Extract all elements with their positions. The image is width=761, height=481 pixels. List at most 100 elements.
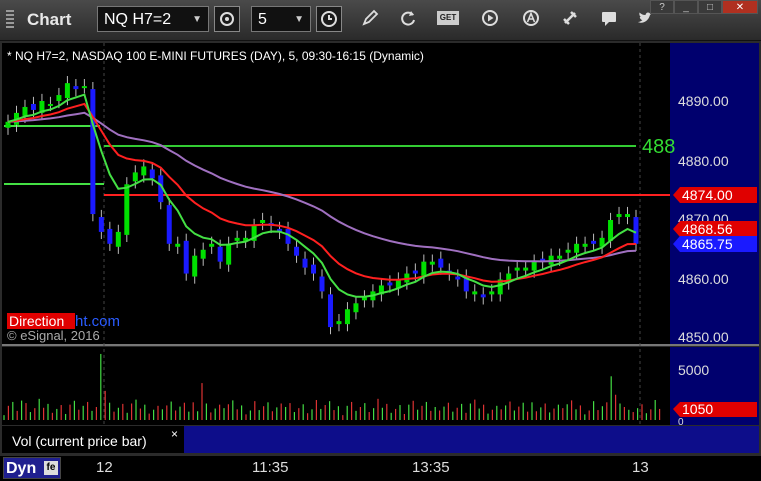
interval-combobox[interactable]: 5 ▼ [251, 6, 311, 32]
close-button[interactable]: ✕ [722, 0, 758, 14]
candle-body [421, 261, 427, 277]
candle-body [574, 243, 580, 253]
volume-badge-label: 1050 [682, 401, 713, 417]
candle-body [183, 240, 189, 274]
candle-body [192, 255, 198, 277]
symbol-settings-icon[interactable] [214, 6, 240, 32]
minimize-button[interactable]: _ [674, 0, 698, 14]
dynamic-button[interactable]: Dyn fe [3, 457, 61, 479]
volume-axis-strip [670, 426, 759, 453]
candle-body [226, 243, 232, 265]
candle-body [489, 291, 495, 295]
play-icon[interactable] [477, 6, 503, 32]
candle-body [107, 228, 113, 244]
candle-body [616, 214, 622, 218]
time-label: 11:35 [252, 459, 289, 476]
candle-body [47, 103, 53, 106]
candle-body [608, 220, 614, 241]
dynamic-label: Dyn [6, 460, 37, 477]
candle-body [353, 303, 359, 313]
candle-body [302, 258, 308, 268]
candle-body [81, 86, 87, 89]
green-level-label: 488 [642, 136, 675, 158]
symbol-combobox[interactable]: NQ H7=2 ▼ [97, 6, 209, 32]
chart-header: * NQ H7=2, NASDAQ 100 E-MINI FUTURES (DA… [7, 49, 424, 63]
chevron-down-icon[interactable]: ▼ [294, 7, 304, 33]
candle-body [98, 217, 104, 232]
candle-body [591, 240, 597, 244]
time-label: 13 [632, 459, 649, 476]
volume-study-label: Vol (current price bar) [12, 433, 147, 449]
chart-svg[interactable]: * NQ H7=2, NASDAQ 100 E-MINI FUTURES (DA… [0, 40, 761, 456]
candle-body [438, 258, 444, 268]
candle-body [30, 103, 36, 110]
candle-body [582, 243, 588, 247]
price-tick-label: 4880.00 [678, 153, 729, 169]
candle-body [514, 267, 520, 271]
watermark-brand: Direction [9, 313, 64, 329]
chevron-down-icon[interactable]: ▼ [192, 7, 202, 33]
candle-body [480, 294, 486, 298]
price-tick-label: 4890.00 [678, 93, 729, 109]
candle-body [141, 166, 147, 176]
candle-body [200, 249, 206, 259]
candle-body [234, 237, 240, 241]
candle-body [531, 261, 537, 271]
candle-body [124, 184, 130, 235]
tools-icon[interactable] [557, 6, 583, 32]
volume-label-strip [184, 426, 670, 453]
chart-panel[interactable]: * NQ H7=2, NASDAQ 100 E-MINI FUTURES (DA… [0, 40, 761, 456]
maximize-button[interactable]: □ [698, 0, 722, 14]
refresh-icon[interactable] [395, 6, 421, 32]
copyright-text: © eSignal, 2016 [7, 328, 100, 343]
candle-body [22, 106, 28, 116]
draw-pencil-icon[interactable] [357, 6, 383, 32]
candle-body [115, 231, 121, 247]
time-label: 13:35 [412, 459, 450, 476]
candle-body [565, 249, 571, 253]
chat-icon[interactable] [596, 6, 622, 32]
candle-body [412, 270, 418, 274]
badge-red-mid-label: 4868.56 [682, 221, 733, 237]
candle-body [73, 86, 79, 90]
dynamic-settings-icon[interactable]: fe [44, 461, 58, 475]
interval-clock-icon[interactable] [316, 6, 342, 32]
badge-red-top-label: 4874.00 [682, 187, 733, 203]
candle-body [633, 217, 639, 244]
candle-body [209, 243, 215, 247]
symbol-value: NQ H7=2 [104, 11, 172, 28]
price-tick-label: 4850.00 [678, 329, 729, 345]
candle-body [294, 246, 300, 256]
help-button[interactable]: ? [650, 0, 674, 14]
volume-close-icon[interactable]: × [171, 427, 178, 441]
candle-body [132, 172, 138, 182]
candle-body [260, 220, 266, 223]
candle-body [387, 282, 393, 286]
price-tick-label: 4860.00 [678, 271, 729, 287]
get-data-text: GET [437, 11, 459, 25]
candle-body [56, 95, 62, 101]
candle-body [455, 276, 461, 280]
candle-body [336, 321, 342, 325]
volume-pane[interactable] [2, 347, 670, 425]
candle-body [472, 291, 478, 295]
candle-body [429, 261, 435, 265]
text-icon[interactable] [518, 6, 544, 32]
drag-grip-icon[interactable] [6, 10, 14, 30]
get-data-icon[interactable]: GET [437, 6, 463, 32]
badge-blue-label: 4865.75 [682, 236, 733, 252]
title-bar: Chart NQ H7=2 ▼ 5 ▼ GET ? _ □ ✕ [0, 0, 761, 41]
candle-body [523, 267, 529, 271]
candle-body [327, 294, 333, 328]
candle-body [217, 246, 223, 262]
candle-body [149, 169, 155, 179]
candle-body [344, 309, 350, 325]
volume-tick-label: 5000 [678, 362, 709, 378]
time-label: 12 [96, 459, 113, 476]
candle-body [64, 83, 70, 99]
candle-body [166, 205, 172, 244]
price-pane[interactable] [2, 43, 670, 344]
candle-body [625, 214, 631, 218]
window-title: Chart [27, 10, 72, 29]
candle-body [175, 243, 181, 247]
